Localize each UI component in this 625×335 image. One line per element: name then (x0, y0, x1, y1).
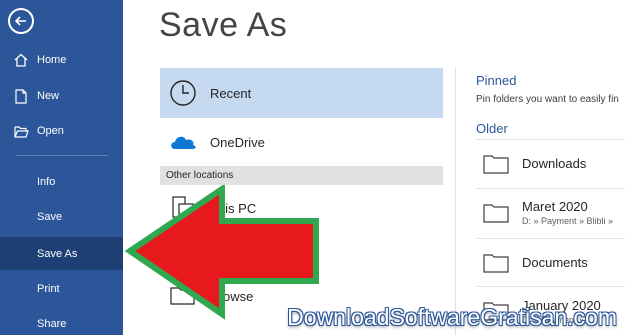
folder-icon (483, 154, 509, 174)
pinned-title: Pinned (476, 73, 517, 88)
nav-new-label: New (37, 90, 60, 102)
location-onedrive-label: OneDrive (210, 134, 265, 150)
folder-name: Downloads (522, 156, 587, 171)
back-arrow-icon (14, 16, 26, 26)
open-folder-icon (13, 123, 29, 139)
nav-home-label: Home (37, 54, 67, 66)
pane-divider (455, 68, 456, 335)
folder-icon (483, 253, 509, 273)
folder-name: Maret 2020 (522, 199, 588, 214)
location-recent-label: Recent (210, 85, 252, 101)
folder-row[interactable]: Downloads (476, 139, 625, 187)
nav-open-label: Open (37, 125, 64, 137)
folder-path: D: » Payment » Blibli » (522, 216, 614, 226)
nav-info[interactable]: Info (0, 167, 123, 197)
pinned-description: Pin folders you want to easily fin (476, 94, 619, 105)
folder-name: Documents (522, 255, 588, 270)
nav-print[interactable]: Print (0, 274, 123, 304)
watermark: DownloadSoftwareGratisan.com (287, 304, 617, 330)
nav-new[interactable]: New (0, 81, 123, 111)
nav-share-label: Share (37, 318, 67, 330)
nav-info-label: Info (37, 176, 56, 188)
nav-print-label: Print (37, 283, 60, 295)
onedrive-cloud-icon (168, 127, 198, 157)
new-document-icon (13, 88, 29, 104)
sidebar-divider (16, 155, 108, 156)
folder-row[interactable]: Maret 2020 D: » Payment » Blibli » (476, 188, 625, 236)
backstage-sidebar: Home New Open Info Save Save As Print Sh… (0, 0, 123, 335)
nav-home[interactable]: Home (0, 45, 123, 75)
nav-save[interactable]: Save (0, 202, 123, 232)
red-arrow-icon (124, 185, 319, 320)
location-recent[interactable]: Recent (160, 68, 443, 118)
home-icon (13, 52, 29, 68)
back-button[interactable] (8, 8, 34, 34)
nav-save-label: Save (37, 211, 63, 223)
older-title: Older (476, 121, 508, 136)
folder-row[interactable]: Documents (476, 238, 625, 286)
nav-save-as-label: Save As (37, 247, 78, 260)
clock-icon (168, 78, 198, 108)
nav-save-as[interactable]: Save As (0, 237, 123, 270)
folder-icon (483, 203, 509, 223)
nav-share[interactable]: Share (0, 309, 123, 335)
nav-open[interactable]: Open (0, 116, 123, 146)
other-locations-header: Other locations (160, 166, 443, 185)
location-onedrive[interactable]: OneDrive (160, 121, 443, 163)
page-title: Save As (159, 6, 288, 44)
